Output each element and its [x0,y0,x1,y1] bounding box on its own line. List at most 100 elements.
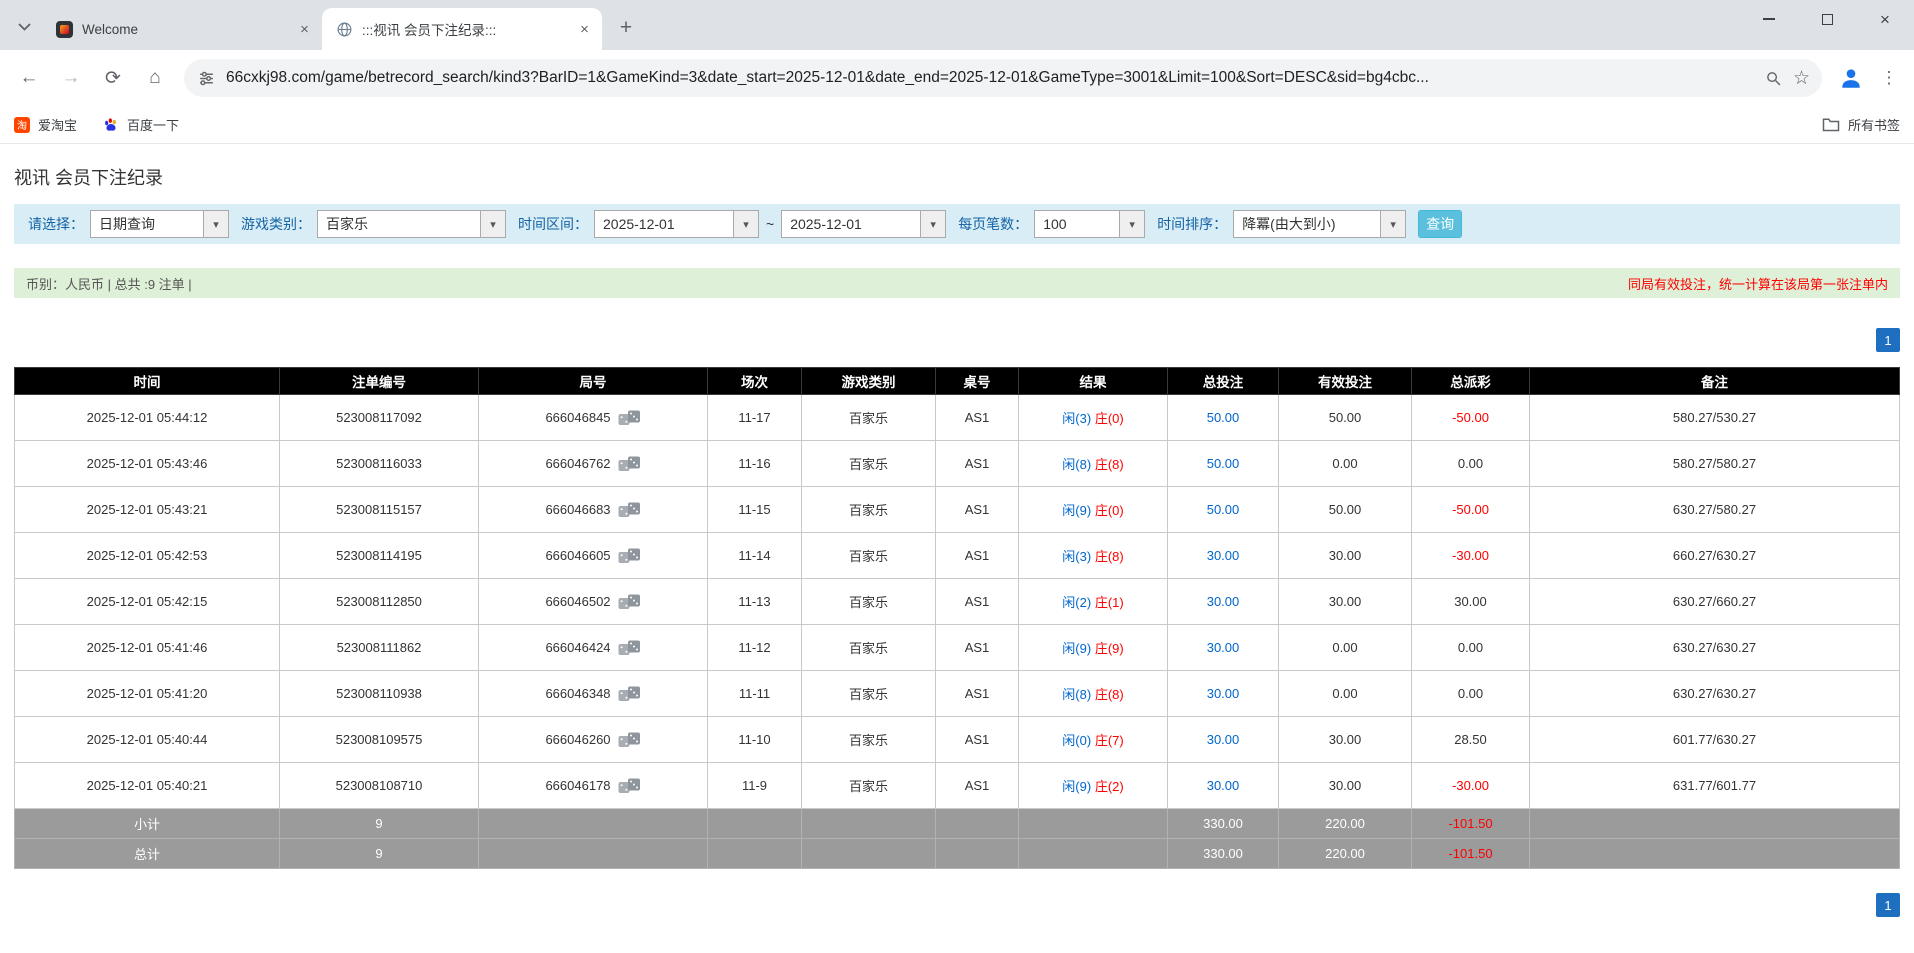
date-start-input[interactable] [595,211,733,237]
game-result-icon[interactable] [618,778,641,794]
sort-order-input[interactable] [1234,211,1381,237]
cell-round: 666046762 [478,440,708,487]
dropdown-arrow-icon[interactable]: ▾ [1119,211,1145,237]
dropdown-arrow-icon[interactable]: ▾ [733,211,758,237]
bookmark-baidu[interactable]: 百度一下 [103,115,179,134]
search-button[interactable]: 查询 [1418,210,1463,238]
cell-result: 闲(8) 庄(8) [1018,440,1168,487]
total-bet-link[interactable]: 30.00 [1207,640,1240,655]
payout-value: -50.00 [1452,410,1489,425]
cell-valid-bet: 50.00 [1278,486,1412,533]
profile-button[interactable] [1832,59,1870,97]
tab-welcome[interactable]: Welcome × [42,8,322,50]
tab-close-icon[interactable]: × [575,20,594,39]
dropdown-arrow-icon[interactable]: ▾ [1380,211,1406,237]
browser-menu-button[interactable]: ⋮ [1874,59,1904,97]
query-type-input[interactable] [91,211,203,237]
tab-close-icon[interactable]: × [295,20,314,39]
page-number-button[interactable]: 1 [1876,328,1900,352]
sort-order-select[interactable]: ▾ [1233,210,1407,238]
url-text[interactable]: 66cxkj98.com/game/betrecord_search/kind3… [226,69,1754,87]
column-header-6: 结果 [1018,367,1168,395]
date-end-select[interactable]: ▾ [781,210,947,238]
cell-time: 2025-12-01 05:41:20 [14,670,280,717]
new-tab-button[interactable]: + [610,12,642,44]
payout-value: 28.50 [1454,732,1487,747]
dropdown-arrow-icon[interactable]: ▾ [480,211,505,237]
game-result-icon[interactable] [618,594,641,610]
cell-round: 666046683 [478,486,708,533]
cell-valid-bet: 0.00 [1278,624,1412,671]
close-window-button[interactable]: × [1856,0,1914,38]
cell-time: 2025-12-01 05:40:21 [14,762,280,809]
cell-bet-id: 523008109575 [279,716,479,763]
total-bet-link[interactable]: 50.00 [1207,456,1240,471]
game-result-icon[interactable] [618,686,641,702]
pagination-top: 1 [14,328,1900,352]
result-banker: 庄(8) [1094,457,1124,472]
cell-result: 闲(9) 庄(0) [1018,486,1168,533]
cell-valid-bet: 30.00 [1278,762,1412,809]
per-page-input[interactable] [1035,211,1120,237]
total-bet-link[interactable]: 30.00 [1207,686,1240,701]
cell-note: 630.27/580.27 [1529,486,1900,533]
all-bookmarks-button[interactable]: 所有书签 [1822,115,1900,134]
game-result-icon[interactable] [618,456,641,472]
column-header-10: 备注 [1529,367,1900,395]
cell-round: 666046845 [478,394,708,441]
total-bet-link[interactable]: 30.00 [1207,594,1240,609]
game-result-icon[interactable] [618,410,641,426]
maximize-button[interactable] [1798,0,1856,38]
query-type-select[interactable]: ▾ [90,210,229,238]
total-bet-link[interactable]: 50.00 [1207,502,1240,517]
site-info-icon[interactable] [198,70,215,87]
page-number-button[interactable]: 1 [1876,893,1900,917]
cell-table-number: AS1 [935,624,1019,671]
game-result-icon[interactable] [618,502,641,518]
cell-result: 闲(9) 庄(2) [1018,762,1168,809]
home-button[interactable]: ⌂ [136,59,174,97]
total-bet-link[interactable]: 30.00 [1207,548,1240,563]
total-bet-link[interactable]: 50.00 [1207,410,1240,425]
tab-betrecord[interactable]: :::视讯 会员下注纪录::: × [322,8,602,50]
game-type-select[interactable]: ▾ [317,210,506,238]
browser-toolbar: ← → ⟳ ⌂ 66cxkj98.com/game/betrecord_sear… [0,50,1914,106]
globe-favicon-icon [336,21,353,38]
round-number: 666046683 [545,502,611,518]
dropdown-arrow-icon[interactable]: ▾ [203,211,228,237]
game-result-icon[interactable] [618,548,641,564]
tab-title: :::视讯 会员下注纪录::: [362,23,497,38]
total-bet-link[interactable]: 30.00 [1207,732,1240,747]
tab-search-button[interactable] [6,4,42,50]
bookmark-star-icon[interactable]: ☆ [1793,67,1810,90]
cell-result: 闲(9) 庄(9) [1018,624,1168,671]
cell-table-number: AS1 [935,486,1019,533]
footer-payout: -101.50 [1411,838,1530,869]
game-type-input[interactable] [318,211,480,237]
address-bar[interactable]: 66cxkj98.com/game/betrecord_search/kind3… [184,59,1822,97]
total-bet-link[interactable]: 30.00 [1207,778,1240,793]
subtotal-row: 小计 9 330.00 220.00 -101.50 [14,808,1900,839]
game-result-icon[interactable] [618,640,641,656]
date-end-input[interactable] [782,211,921,237]
column-header-1: 注单编号 [279,367,479,395]
cell-round: 666046260 [478,716,708,763]
bookmark-aitaobao[interactable]: 淘 爱淘宝 [14,115,77,134]
refresh-button[interactable]: ⟳ [94,59,132,97]
date-start-select[interactable]: ▾ [594,210,759,238]
result-player: 闲(9) [1062,641,1092,656]
result-player: 闲(8) [1062,687,1092,702]
minimize-button[interactable] [1740,0,1798,38]
table-row: 2025-12-01 05:41:46 523008111862 666046424… [14,624,1900,671]
profile-avatar-icon [1842,69,1860,88]
pagination-bottom: 1 [14,893,1900,917]
forward-button[interactable]: → [52,59,90,97]
zoom-icon[interactable] [1765,70,1782,87]
cell-game-type: 百家乐 [801,440,936,487]
dropdown-arrow-icon[interactable]: ▾ [920,211,946,237]
game-result-icon[interactable] [618,732,641,748]
per-page-select[interactable]: ▾ [1034,210,1146,238]
table-row: 2025-12-01 05:44:12 523008117092 666046845… [14,394,1900,441]
back-button[interactable]: ← [10,59,48,97]
result-banker: 庄(9) [1094,641,1124,656]
